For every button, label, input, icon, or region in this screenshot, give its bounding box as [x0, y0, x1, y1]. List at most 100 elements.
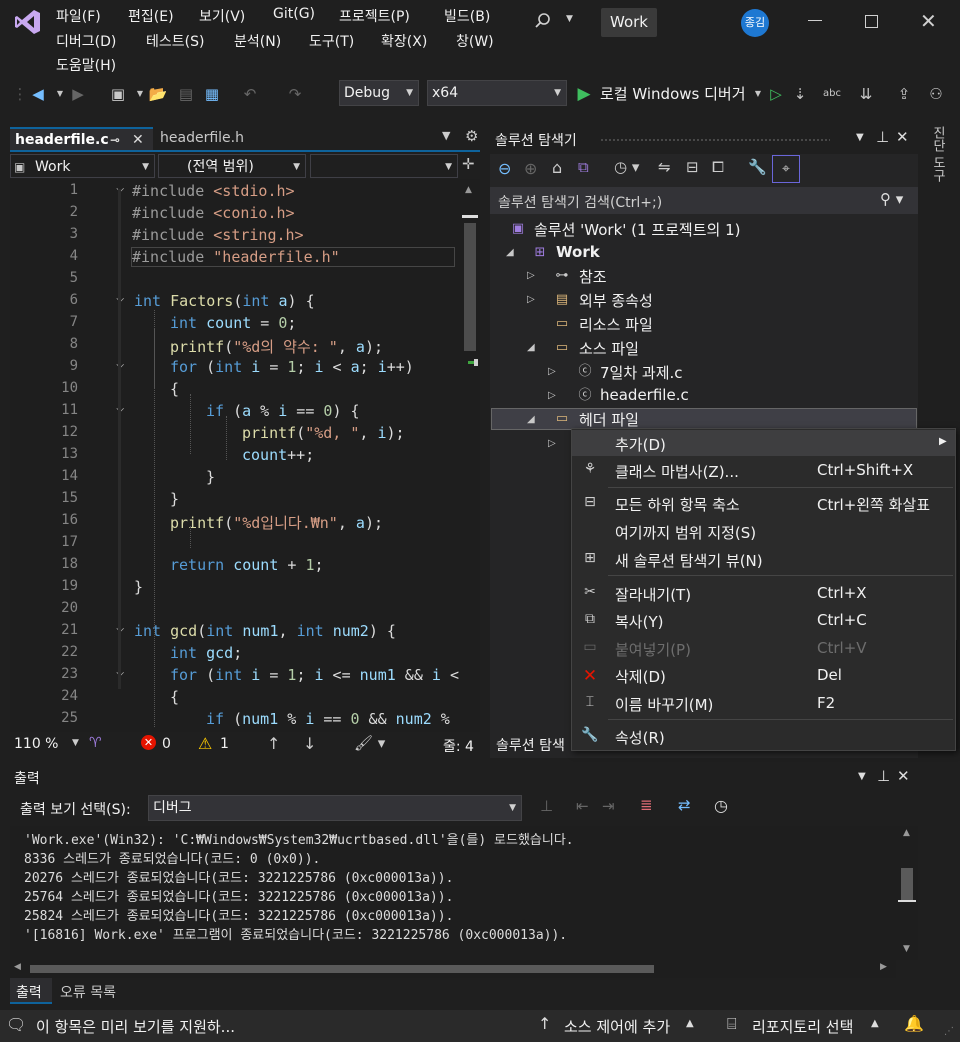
- back-icon[interactable]: ◀: [28, 84, 48, 104]
- back-dropdown-icon[interactable]: ▼: [50, 84, 70, 104]
- se-back-icon[interactable]: ⊖: [498, 159, 511, 178]
- warning-icon[interactable]: ⚠: [198, 734, 212, 753]
- redo-icon[interactable]: ↷: [285, 84, 305, 104]
- error-icon[interactable]: ✕: [141, 735, 156, 750]
- feedback-icon[interactable]: ⚇: [926, 84, 946, 104]
- menu-item-scope-to-this[interactable]: 여기까지 범위 지정(S): [572, 518, 955, 544]
- menu-item-copy[interactable]: ⧉ 복사(Y) Ctrl+C: [572, 607, 955, 633]
- menu-item-delete[interactable]: ✕ 삭제(D) Del: [572, 662, 955, 688]
- preview-selected-icon[interactable]: ⌖: [772, 155, 800, 183]
- output-text-area[interactable]: 'Work.exe'(Win32): 'C:₩Windows₩System32₩…: [10, 826, 896, 960]
- output-source-select[interactable]: 디버그 ▼: [148, 795, 522, 821]
- output-pin-icon[interactable]: ⊥: [877, 767, 890, 785]
- editor-vertical-scrollbar[interactable]: ▲: [460, 179, 480, 732]
- menu-item-cut[interactable]: ✂ 잘라내기(T) Ctrl+X: [572, 580, 955, 606]
- tree-header-files[interactable]: 헤더 파일: [579, 409, 639, 430]
- intellicode-icon[interactable]: ♈: [89, 735, 102, 751]
- close-panel-icon[interactable]: ✕: [896, 128, 909, 146]
- diagnostics-side-tab[interactable]: 진단 도구: [926, 126, 948, 196]
- zoom-dropdown-icon[interactable]: ▼: [72, 738, 79, 748]
- se-search-icon[interactable]: ⚲ ▾: [880, 190, 903, 208]
- scroll-up-arrow-icon[interactable]: ▲: [903, 828, 910, 838]
- platform-select[interactable]: x64 ▼: [427, 80, 567, 106]
- pin-panel-icon[interactable]: ⊥: [876, 128, 889, 146]
- search-dropdown-icon[interactable]: ▼: [566, 14, 573, 24]
- zoom-level[interactable]: 110 %: [14, 736, 58, 752]
- expand-references-icon[interactable]: ▷: [527, 270, 535, 281]
- tree-resource-files[interactable]: 리소스 파일: [579, 314, 653, 335]
- menu-git[interactable]: Git(G): [273, 6, 315, 22]
- notifications-icon[interactable]: 🔔: [904, 1014, 924, 1033]
- minimize-button[interactable]: [808, 20, 822, 21]
- project-nav-select[interactable]: ▣ Work ▼: [10, 154, 155, 178]
- output-vertical-scrollbar[interactable]: ▲ ▼: [896, 826, 918, 960]
- add-source-control-button[interactable]: 소스 제어에 추가: [564, 1016, 670, 1037]
- menu-view[interactable]: 보기(V): [199, 6, 245, 26]
- se-search-box[interactable]: 솔루션 탐색기 검색(Ctrl+;) ⚲ ▾: [490, 187, 918, 214]
- expand-header-files-icon[interactable]: ◢: [527, 414, 535, 425]
- menu-edit[interactable]: 편집(E): [128, 6, 174, 26]
- menu-item-paste[interactable]: ▭ 붙여넣기(P) Ctrl+V: [572, 635, 955, 661]
- show-all-files-icon[interactable]: ⧠: [712, 158, 724, 176]
- go-to-line-icon[interactable]: ⊥: [540, 797, 553, 815]
- run-debugger-button[interactable]: 로컬 Windows 디버거: [600, 83, 746, 104]
- start-without-debugging-icon[interactable]: ▷: [766, 84, 786, 104]
- tree-solution[interactable]: 솔루션 'Work' (1 프로젝트의 1): [534, 219, 741, 240]
- properties-wrench-icon[interactable]: 🔧: [748, 158, 767, 176]
- scroll-up-arrow-icon[interactable]: ▲: [465, 185, 472, 195]
- expand-project-icon[interactable]: ◢: [506, 247, 514, 258]
- home-icon[interactable]: ⌂: [552, 158, 562, 177]
- output-options-icon[interactable]: ▼: [858, 771, 866, 782]
- tab-output[interactable]: 출력: [10, 978, 52, 1004]
- collapse-all-icon[interactable]: ⊟: [686, 158, 699, 176]
- menu-analyze[interactable]: 분석(N): [234, 31, 281, 51]
- tab-list-dropdown-icon[interactable]: ▼: [442, 129, 450, 142]
- run-icon[interactable]: ▶: [574, 84, 594, 104]
- new-item-dropdown-icon[interactable]: ▼: [130, 84, 150, 104]
- scroll-left-arrow-icon[interactable]: ◀: [14, 962, 21, 972]
- step-icon[interactable]: ⇣: [790, 84, 810, 104]
- avatar[interactable]: 종김: [741, 9, 769, 37]
- split-view-icon[interactable]: ✛: [462, 155, 475, 173]
- tab-error-list[interactable]: 오류 목록: [56, 978, 136, 1004]
- member-nav-select[interactable]: ▼: [310, 154, 458, 178]
- expand-external-deps-icon[interactable]: ▷: [527, 294, 535, 305]
- menu-item-collapse-all[interactable]: ⊟ 모든 하위 항목 축소 Ctrl+왼쪽 화살표: [572, 490, 955, 516]
- menu-item-new-view[interactable]: ⊞ 새 솔루션 탐색기 뷰(N): [572, 546, 955, 572]
- word-wrap-icon[interactable]: ⇄: [678, 796, 691, 814]
- clear-all-icon[interactable]: ≣: [640, 796, 653, 814]
- menu-help[interactable]: 도움말(H): [56, 55, 116, 75]
- forward-icon[interactable]: ▶: [68, 84, 88, 104]
- menu-item-properties[interactable]: 🔧 속성(R): [572, 723, 955, 749]
- repository-icon[interactable]: ⌸: [727, 1014, 737, 1034]
- menu-project[interactable]: 프로젝트(P): [339, 6, 410, 26]
- previous-issue-icon[interactable]: ↑: [267, 734, 280, 753]
- save-icon[interactable]: ▤: [176, 84, 196, 104]
- window-options-icon[interactable]: ▼: [856, 132, 864, 143]
- sync-icon[interactable]: ⇋: [658, 158, 671, 176]
- maximize-button[interactable]: [865, 15, 878, 28]
- clock-icon[interactable]: ◷: [714, 796, 728, 815]
- menu-window[interactable]: 창(W): [456, 31, 494, 51]
- settings-icon[interactable]: ⚙: [465, 127, 478, 145]
- next-issue-icon[interactable]: ↓: [303, 734, 316, 753]
- code-cleanup-icon[interactable]: 🖌 ▾: [354, 734, 385, 752]
- menu-tools[interactable]: 도구(T): [309, 31, 354, 51]
- scroll-thumb[interactable]: [30, 965, 654, 973]
- toolbar-overflow-icon[interactable]: ⇊: [856, 84, 876, 104]
- menu-item-rename[interactable]: ⌶ 이름 바꾸기(M) F2: [572, 690, 955, 716]
- expand-file-icon[interactable]: ▷: [548, 366, 556, 377]
- expand-file-icon[interactable]: ▷: [548, 438, 556, 449]
- open-folder-icon[interactable]: 📂: [148, 84, 168, 104]
- code-editor[interactable]: 1 ⌵ #include <stdio.h> 2 #include <conio.h> 3…: [10, 179, 460, 732]
- tree-source-files[interactable]: 소스 파일: [579, 338, 639, 359]
- pending-changes-icon[interactable]: ◷ ▾: [614, 158, 639, 176]
- run-dropdown-icon[interactable]: ▼: [748, 84, 768, 104]
- spell-check-icon[interactable]: abc: [822, 84, 842, 104]
- tab-headerfile-h[interactable]: headerfile.h: [155, 127, 295, 151]
- close-window-button[interactable]: ✕: [920, 9, 937, 33]
- save-all-icon[interactable]: ▦: [202, 84, 222, 104]
- share-icon[interactable]: ⇪: [894, 84, 914, 104]
- scroll-down-arrow-icon[interactable]: ▼: [903, 944, 910, 954]
- output-close-icon[interactable]: ✕: [897, 767, 910, 785]
